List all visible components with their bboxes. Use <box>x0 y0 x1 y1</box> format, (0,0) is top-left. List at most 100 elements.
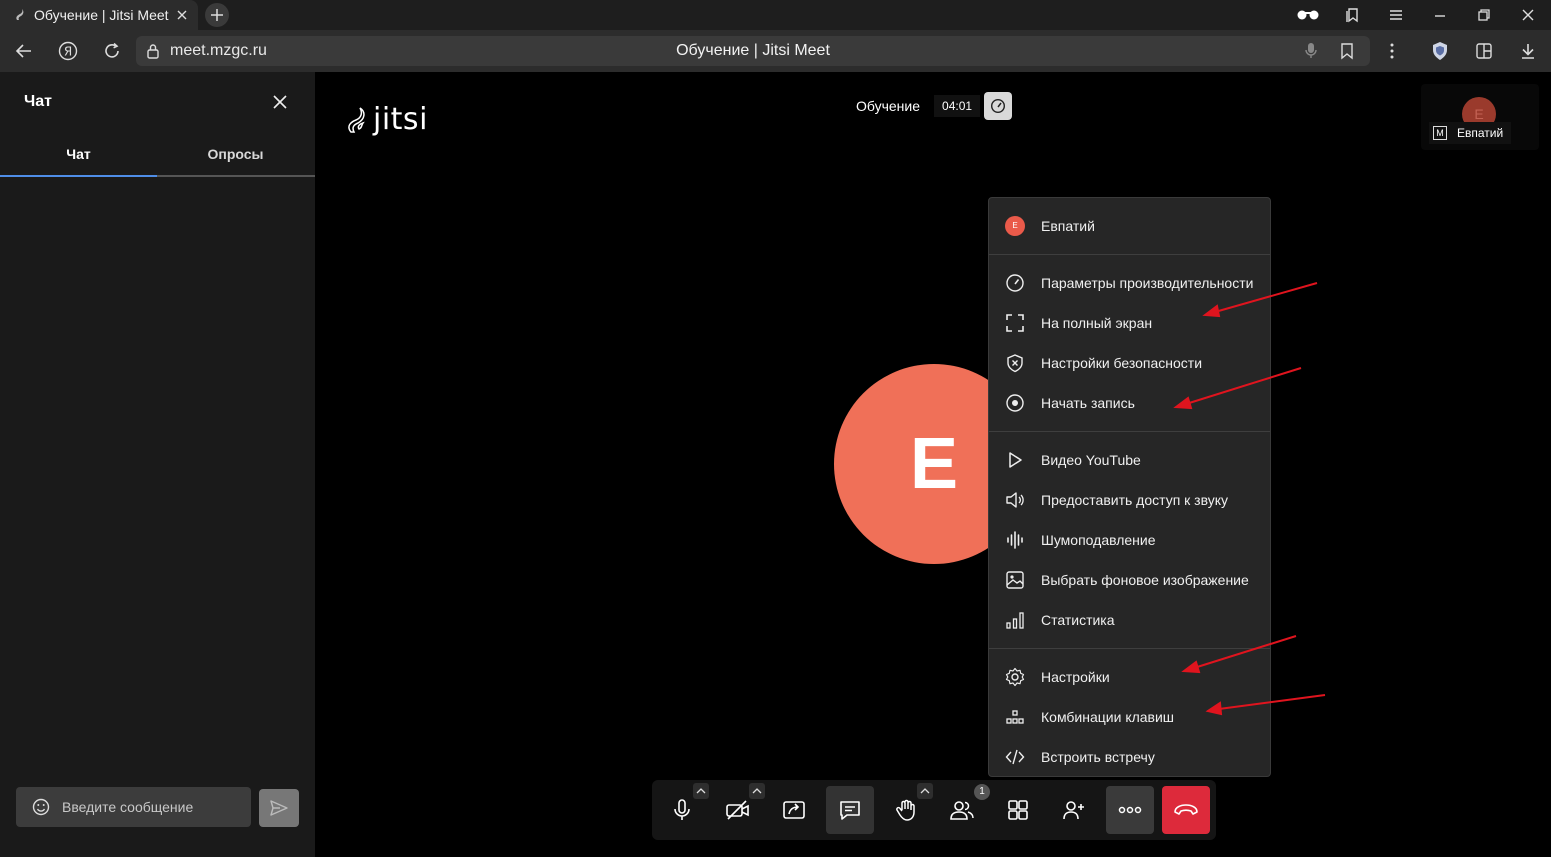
meeting-timer: 04:01 <box>934 95 981 117</box>
hangup-icon <box>1173 803 1199 817</box>
conference-toolbar: 1 <box>652 780 1216 840</box>
shortcuts-icon <box>1005 707 1025 727</box>
chat-icon <box>838 799 862 821</box>
stats-icon <box>1005 610 1025 630</box>
menu-item-label: Предоставить доступ к звуку <box>1041 492 1229 508</box>
speaker-icon <box>1005 490 1025 510</box>
audio-options-caret[interactable] <box>693 783 709 799</box>
new-tab-button[interactable] <box>205 3 229 27</box>
menu-profile-item[interactable]: E Евпатий <box>989 206 1270 246</box>
invite-button[interactable] <box>1050 786 1098 834</box>
tab-divider <box>157 175 315 177</box>
address-bar[interactable]: meet.mzgc.ru Обучение | Jitsi Meet <box>136 36 1370 66</box>
performance-indicator-button[interactable] <box>984 92 1013 120</box>
close-window-icon[interactable] <box>1517 4 1539 26</box>
bookmark-icon[interactable] <box>1339 42 1355 60</box>
tab-title: Обучение | Jitsi Meet <box>34 7 169 23</box>
chat-title: Чат <box>24 93 52 110</box>
menu-item-fullscreen[interactable]: На полный экран <box>989 303 1270 343</box>
chat-toggle-button[interactable] <box>826 786 874 834</box>
menu-item-label: Шумоподавление <box>1041 532 1156 548</box>
tab-chat[interactable]: Чат <box>0 146 157 162</box>
tile-view-button[interactable] <box>994 786 1042 834</box>
menu-item-label: Комбинации клавиш <box>1041 709 1175 725</box>
menu-separator <box>989 431 1270 432</box>
jitsi-logo-text: jitsi <box>373 102 428 137</box>
protect-shield-icon[interactable] <box>1428 39 1452 63</box>
collections-icon[interactable] <box>1341 4 1363 26</box>
extensions-icon[interactable] <box>1472 39 1496 63</box>
active-tab-indicator <box>0 175 157 177</box>
gear-icon <box>1005 667 1025 687</box>
participants-icon <box>949 799 975 821</box>
menu-item-label: Настройки <box>1041 669 1110 685</box>
screen-share-button[interactable] <box>770 786 818 834</box>
yandex-logo-icon[interactable]: Я <box>56 39 80 63</box>
browser-tab-bar: Обучение | Jitsi Meet <box>0 0 1551 30</box>
record-icon <box>1005 393 1025 413</box>
download-icon[interactable] <box>1516 39 1540 63</box>
menu-profile-name: Евпатий <box>1041 218 1095 234</box>
menu-item-label: Настройки безопасности <box>1041 355 1203 371</box>
waveform-icon <box>1005 530 1025 550</box>
participant-count-badge: 1 <box>974 784 990 800</box>
message-placeholder: Введите сообщение <box>62 799 194 815</box>
microphone-permission-icon[interactable] <box>1304 42 1318 60</box>
menu-item-start-recording[interactable]: Начать запись <box>989 383 1270 423</box>
menu-item-share-audio[interactable]: Предоставить доступ к звуку <box>989 480 1270 520</box>
menu-item-keyboard-shortcuts[interactable]: Комбинации клавиш <box>989 697 1270 737</box>
menu-item-label: Видео YouTube <box>1041 452 1141 468</box>
code-icon <box>1005 747 1025 767</box>
raise-hand-icon <box>894 798 918 822</box>
close-chat-icon[interactable] <box>270 92 290 112</box>
video-options-caret[interactable] <box>749 783 765 799</box>
incognito-glasses-icon[interactable] <box>1295 4 1321 26</box>
menu-item-embed-meeting[interactable]: Встроить встречу <box>989 737 1270 777</box>
participant-thumbnail[interactable]: E M Евпатий <box>1421 84 1539 150</box>
minimize-icon[interactable] <box>1429 4 1451 26</box>
back-arrow-icon[interactable] <box>12 39 36 63</box>
reload-icon[interactable] <box>100 39 124 63</box>
screen-share-icon <box>782 799 806 821</box>
restore-icon[interactable] <box>1473 4 1495 26</box>
menu-item-label: Выбрать фоновое изображение <box>1041 572 1249 588</box>
moderator-badge: M <box>1433 126 1447 140</box>
chat-panel: Чат Чат Опросы Введите сообщение <box>0 72 315 857</box>
microphone-icon <box>671 798 693 822</box>
shield-icon <box>1005 353 1025 373</box>
menu-item-performance-settings[interactable]: Параметры производительности <box>989 263 1270 303</box>
play-icon <box>1005 450 1025 470</box>
tab-polls[interactable]: Опросы <box>157 146 314 162</box>
menu-item-label: На полный экран <box>1041 315 1153 331</box>
more-vertical-icon[interactable] <box>1380 39 1404 63</box>
menu-item-youtube-video[interactable]: Видео YouTube <box>989 440 1270 480</box>
menu-item-select-background[interactable]: Выбрать фоновое изображение <box>989 560 1270 600</box>
menu-item-statistics[interactable]: Статистика <box>989 600 1270 640</box>
thumbnail-name-label: M Евпатий <box>1429 122 1512 144</box>
send-button[interactable] <box>259 789 299 827</box>
menu-item-noise-suppression[interactable]: Шумоподавление <box>989 520 1270 560</box>
menu-item-label: Статистика <box>1041 612 1115 628</box>
menu-item-security-settings[interactable]: Настройки безопасности <box>989 343 1270 383</box>
menu-hamburger-icon[interactable] <box>1385 4 1407 26</box>
jitsi-logo-icon <box>345 104 371 136</box>
image-icon <box>1005 570 1025 590</box>
thumbnail-name: Евпатий <box>1457 126 1504 140</box>
emoji-icon[interactable] <box>32 798 50 816</box>
menu-item-label: Встроить встречу <box>1041 749 1155 765</box>
menu-item-label: Начать запись <box>1041 395 1135 411</box>
reactions-caret[interactable] <box>917 783 933 799</box>
conference-stage: jitsi Обучение 04:01 E M Евпатий E <box>315 72 1551 857</box>
meeting-subject-bar: Обучение 04:01 <box>846 91 1013 121</box>
hangup-button[interactable] <box>1162 786 1210 834</box>
more-horizontal-icon <box>1118 806 1142 814</box>
jitsi-logo: jitsi <box>345 102 428 137</box>
menu-item-settings[interactable]: Настройки <box>989 657 1270 697</box>
add-person-icon <box>1062 799 1086 821</box>
tab-close-icon[interactable] <box>174 7 190 23</box>
page-title: Обучение | Jitsi Meet <box>676 42 830 59</box>
more-actions-button[interactable] <box>1106 786 1154 834</box>
browser-tab[interactable]: Обучение | Jitsi Meet <box>0 0 198 30</box>
message-input[interactable]: Введите сообщение <box>16 787 251 827</box>
menu-separator <box>989 254 1270 255</box>
